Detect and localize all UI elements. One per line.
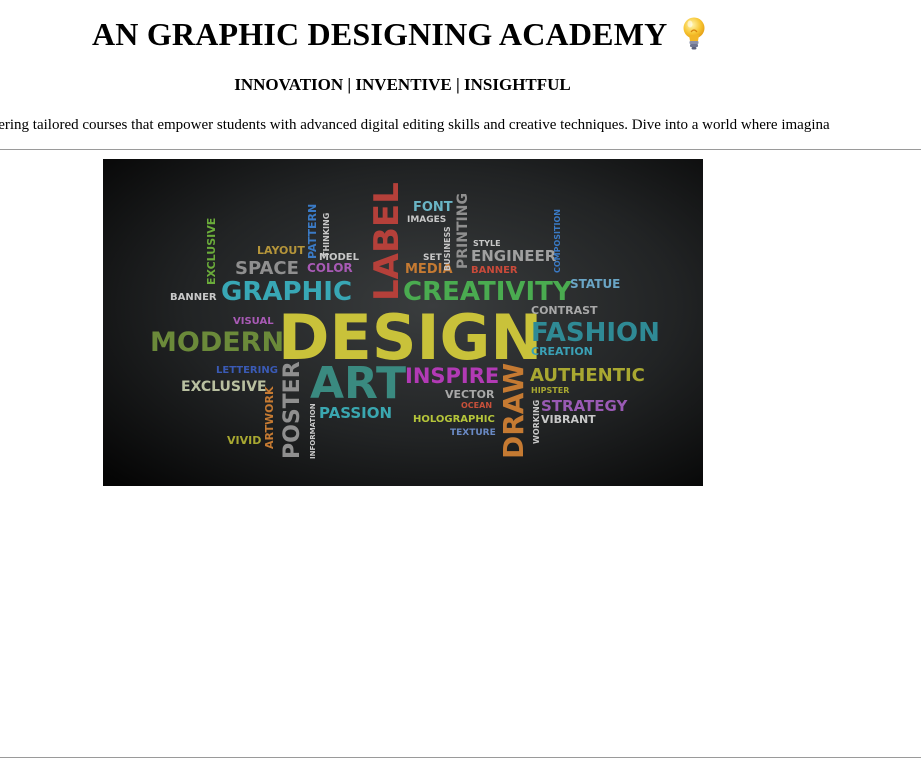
word-working: WORKING: [532, 400, 541, 444]
scrolling-marquee: p, offering tailored courses that empowe…: [0, 114, 921, 136]
word-information: INFORMATION: [309, 403, 317, 459]
word-graphic: GRAPHIC: [221, 277, 352, 307]
word-draw: DRAW: [497, 363, 530, 459]
word-texture: TEXTURE: [450, 428, 496, 438]
word-art: ART: [310, 358, 406, 409]
word-visual: VISUAL: [233, 316, 274, 327]
word-label: LABEL: [367, 182, 407, 301]
word-engineer: ENGINEER: [471, 247, 557, 265]
word-hipster: HIPSTER: [531, 386, 569, 395]
word-vector: VECTOR: [445, 388, 495, 401]
page: AN GRAPHIC DESIGNING ACADEMY INNOVATION …: [0, 0, 921, 778]
lightbulb-icon: [679, 16, 709, 52]
word-artwork: ARTWORK: [263, 386, 276, 449]
word-holographic: HOLOGRAPHIC: [413, 414, 495, 425]
word-color: COLOR: [307, 261, 353, 275]
word-business: BUSINESS: [443, 226, 452, 271]
page-title-text: AN GRAPHIC DESIGNING ACADEMY: [92, 16, 668, 52]
word-creativity: CREATIVITY: [403, 277, 573, 307]
word-font: FONT: [413, 200, 453, 215]
word-thinking: THINKING: [322, 213, 331, 257]
word-space: SPACE: [235, 258, 299, 279]
word-contrast: CONTRAST: [531, 304, 598, 317]
divider-top: [0, 149, 921, 150]
word-passion: PASSION: [319, 404, 392, 422]
word-pattern: PATTERN: [306, 204, 319, 259]
word-lettering: LETTERING: [216, 365, 278, 376]
word-vivid: VIVID: [227, 434, 261, 447]
word-poster: POSTER: [280, 361, 305, 459]
word-banner-right: BANNER: [471, 265, 518, 276]
word-images: IMAGES: [407, 215, 446, 225]
word-layout: LAYOUT: [257, 244, 305, 257]
word-modern: MODERN: [150, 327, 284, 358]
word-ocean: OCEAN: [461, 401, 492, 410]
word-inspire: INSPIRE: [405, 364, 499, 388]
word-exclusive-horizontal: EXCLUSIVE: [181, 379, 267, 395]
hero-image: DESIGN ART GRAPHIC CREATIVITY FASHION MO…: [103, 159, 703, 486]
word-creation: CREATION: [531, 345, 593, 358]
word-banner-left: BANNER: [170, 292, 217, 303]
word-authentic: AUTHENTIC: [530, 365, 645, 386]
word-fashion: FASHION: [531, 318, 660, 348]
word-exclusive-vertical: EXCLUSIVE: [205, 218, 218, 285]
marquee-text: p, offering tailored courses that empowe…: [0, 117, 830, 133]
divider-bottom: [0, 757, 921, 758]
word-statue: STATUE: [570, 277, 620, 291]
word-composition: COMPOSITION: [553, 209, 562, 273]
tagline: INNOVATION | INVENTIVE | INSIGHTFUL: [234, 75, 571, 94]
page-title: AN GRAPHIC DESIGNING ACADEMY: [92, 14, 709, 56]
word-printing: PRINTING: [455, 193, 471, 269]
word-vibrant: VIBRANT: [541, 413, 596, 426]
